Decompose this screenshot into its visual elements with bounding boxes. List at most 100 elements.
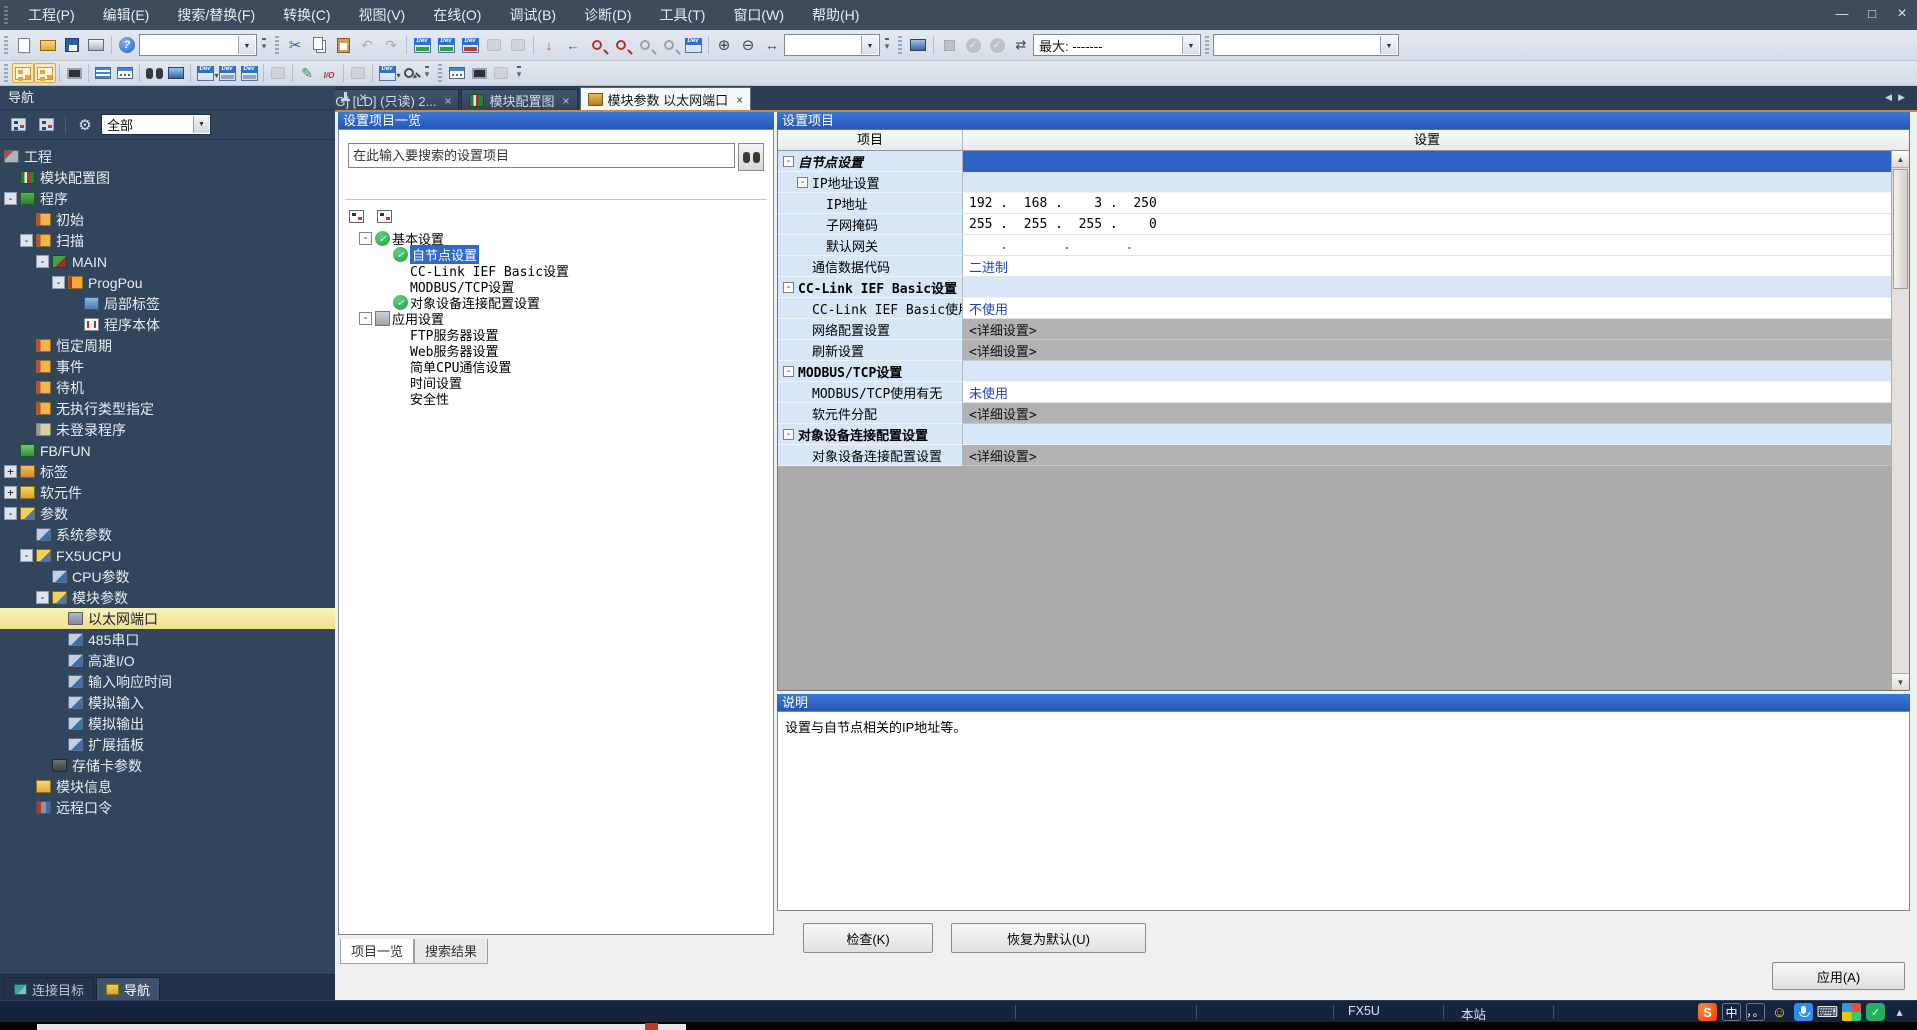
list-item-modbus[interactable]: MODBUS/TCP设置 — [341, 278, 771, 294]
stop-button[interactable] — [937, 34, 961, 56]
nav-item-unregistered-program[interactable]: 未登录程序 — [0, 419, 335, 440]
ime-language-icon[interactable]: 中 — [1722, 1003, 1741, 1021]
menu-search-replace[interactable]: 搜索/替换(F) — [163, 0, 269, 30]
menu-view[interactable]: 视图(V) — [345, 0, 420, 30]
device-search-dropdown[interactable] — [398, 63, 420, 83]
menu-window[interactable]: 窗口(W) — [719, 0, 798, 30]
ime-toolbox-icon[interactable] — [1842, 1003, 1861, 1021]
grid-row-network-config[interactable]: 网络配置设置<详细设置> — [778, 319, 1909, 340]
nav-item-input-response[interactable]: 输入响应时间 — [0, 671, 335, 692]
nav-item-analog-output[interactable]: 模拟输出 — [0, 713, 335, 734]
tray-expand-icon[interactable] — [1890, 1003, 1909, 1021]
nav-item-device[interactable]: +软元件 — [0, 482, 335, 503]
nav-item-remote-password[interactable]: 远程口令 — [0, 797, 335, 818]
nav-item-program-body[interactable]: 程序本体 — [0, 314, 335, 335]
project-combo[interactable] — [139, 34, 257, 56]
list-item-ftp-server[interactable]: FTP服务器设置 — [341, 326, 771, 342]
list-item-web-server[interactable]: Web服务器设置 — [341, 342, 771, 358]
modbus-use-value[interactable]: 未使用 — [963, 382, 1909, 403]
list-item-security[interactable]: 安全性 — [341, 390, 771, 406]
grid-row-own-node[interactable]: -自节点设置 — [778, 151, 1909, 172]
read-from-plc-button[interactable] — [434, 34, 458, 56]
setting-search-input[interactable] — [348, 143, 735, 168]
nav-settings-button[interactable] — [73, 114, 97, 136]
list-item-simple-cpu-comm[interactable]: 简单CPU通信设置 — [341, 358, 771, 374]
step-run-button[interactable] — [906, 34, 930, 56]
grid-row-cclink-use[interactable]: CC-Link IEF Basic使用有无不使用 — [778, 298, 1909, 319]
max-displayed-combo[interactable]: 最大: ------- — [1033, 34, 1201, 56]
mini-list-button[interactable] — [446, 63, 468, 83]
nav-item-label[interactable]: +标签 — [0, 461, 335, 482]
grid-value-cell[interactable] — [963, 172, 1909, 193]
ime-punctuation-icon[interactable]: ，。 — [1746, 1003, 1765, 1021]
watch-combo[interactable] — [1213, 34, 1399, 56]
menu-tools[interactable]: 工具(T) — [646, 0, 720, 30]
zoom-fit-button[interactable] — [760, 34, 784, 56]
grid-value-cell[interactable] — [963, 277, 1909, 298]
network-config-value[interactable]: <详细设置> — [963, 319, 1909, 340]
chevron-down-icon[interactable] — [861, 36, 878, 54]
list-item-application-settings[interactable]: -应用设置 — [341, 310, 771, 326]
tab-connection-target[interactable]: 连接目标 — [4, 977, 94, 1000]
grid-row-target-device-config[interactable]: 对象设备连接配置设置<详细设置> — [778, 445, 1909, 466]
mini-module-button[interactable] — [468, 63, 490, 83]
device-display-dropdown[interactable] — [376, 63, 398, 83]
nav-item-no-exec-type[interactable]: 无执行类型指定 — [0, 398, 335, 419]
pin-icon[interactable] — [340, 91, 351, 104]
online-write-button[interactable] — [537, 34, 561, 56]
minimize-icon[interactable] — [1827, 2, 1857, 28]
device-search-button-2[interactable] — [609, 34, 633, 56]
undo-button[interactable] — [355, 34, 379, 56]
statement-list-button[interactable] — [92, 63, 114, 83]
device-batch-button[interactable] — [216, 63, 238, 83]
find-window-button[interactable] — [143, 63, 165, 83]
sort-tree-button[interactable] — [34, 114, 58, 136]
list-item-basic-settings[interactable]: -基本设置 — [341, 230, 771, 246]
redo-button[interactable] — [379, 34, 403, 56]
nav-item-parameter[interactable]: -参数 — [0, 503, 335, 524]
sync-button-1[interactable] — [482, 34, 506, 56]
expand-all-button[interactable] — [345, 206, 367, 226]
chevron-down-icon[interactable] — [238, 36, 255, 54]
collapse-tree-button[interactable] — [6, 114, 30, 136]
device-search-button-1[interactable] — [585, 34, 609, 56]
nav-item-fb-fun[interactable]: FB/FUN — [0, 440, 335, 461]
nav-item-main[interactable]: -MAIN — [0, 251, 335, 272]
close-panel-icon[interactable] — [359, 89, 367, 105]
nav-item-system-param[interactable]: 系统参数 — [0, 524, 335, 545]
menu-edit[interactable]: 编辑(E) — [89, 0, 164, 30]
device-search-button-4[interactable] — [657, 34, 681, 56]
list-item-time-setting[interactable]: 时间设置 — [341, 374, 771, 390]
jump-button[interactable] — [1009, 34, 1033, 56]
tab-module-param-ethernet[interactable]: 模块参数 以太网端口 — [580, 87, 752, 110]
shield-icon[interactable] — [1866, 1003, 1885, 1021]
chevron-down-icon[interactable] — [1380, 36, 1397, 54]
close-icon[interactable] — [436, 93, 451, 108]
nav-item-highspeed-io[interactable]: 高速I/O — [0, 650, 335, 671]
print-button[interactable] — [84, 34, 108, 56]
device-search-button-3[interactable] — [633, 34, 657, 56]
emoji-icon[interactable] — [1770, 1003, 1789, 1021]
search-button[interactable] — [738, 143, 764, 171]
nav-item-ethernet-port[interactable]: 以太网端口 — [0, 608, 335, 629]
menu-debug[interactable]: 调试(B) — [495, 0, 570, 30]
tab-item-list[interactable]: 项目一览 — [340, 939, 414, 964]
toolbar-overflow-button[interactable] — [880, 35, 894, 55]
element-selection-toggle[interactable] — [34, 63, 56, 83]
nav-item-analog-input[interactable]: 模拟输入 — [0, 692, 335, 713]
tab-scroll-arrows[interactable]: ◀▶ — [1885, 92, 1911, 103]
grid-row-device-assignment[interactable]: 软元件分配<详细设置> — [778, 403, 1909, 424]
save-project-button[interactable] — [60, 34, 84, 56]
mini-clipboard-button[interactable] — [490, 63, 512, 83]
nav-item-memory-card-param[interactable]: 存储卡参数 — [0, 755, 335, 776]
target-device-config-value[interactable]: <详细设置> — [963, 445, 1909, 466]
menu-project[interactable]: 工程(P) — [14, 0, 89, 30]
nav-item-expansion-board[interactable]: 扩展插板 — [0, 734, 335, 755]
comm-data-code-value[interactable]: 二进制 — [963, 256, 1909, 277]
edit-label-button[interactable] — [296, 63, 318, 83]
check-button[interactable]: 检查(K) — [803, 923, 933, 953]
close-icon[interactable] — [554, 93, 569, 108]
nav-item-event[interactable]: 事件 — [0, 356, 335, 377]
menu-convert[interactable]: 转换(C) — [269, 0, 344, 30]
grid-row-ip-address[interactable]: IP地址192 . 168 . 3 . 250 — [778, 193, 1909, 214]
